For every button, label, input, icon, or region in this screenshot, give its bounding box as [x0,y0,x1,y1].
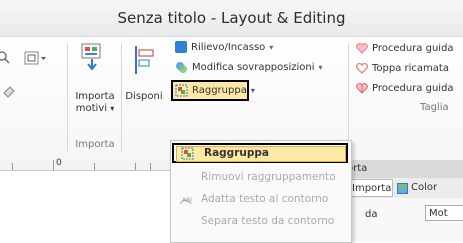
window-title: Senza titolo - Layout & Editing [117,9,346,27]
tab-color[interactable]: Color [393,179,463,197]
import-motifs-button[interactable]: Importa motivi ▾ [70,91,120,115]
text-on-path-icon: ABC [179,193,194,206]
relief-label: Rilievo/Incasso [191,41,266,53]
cut-group-label: Taglia [420,102,449,113]
dispose-button[interactable]: Disponi [121,91,167,102]
procedure-guide-button-1[interactable]: Procedura guida [356,43,454,54]
menu-item-fit-text[interactable]: ABC Adatta testo al contorno [171,188,351,210]
procedure-guide-label-1: Procedura guida [372,43,454,54]
tab-import[interactable]: Importa [345,179,393,197]
menu-item-group[interactable]: Raggruppa [172,143,348,163]
overlap-icon [175,61,188,74]
heart-icon [356,43,368,54]
chevron-down-icon: ▾ [269,42,274,52]
svg-text:ABC: ABC [182,197,192,204]
group-dropdown-menu: Raggruppa Rimuovi raggruppamento ABC Ada… [170,140,352,243]
import-group-label: Importa [75,139,115,150]
color-icon [397,182,408,194]
group-button-label: Raggruppa [192,85,247,96]
dispose-icon[interactable] [133,45,157,75]
eraser-icon[interactable] [2,83,16,98]
menu-item-separate-text[interactable]: Separa testo da contorno [171,210,351,232]
import-motifs-label2: motivi [75,103,108,114]
modify-overlaps-button[interactable]: Modifica sovrapposizioni ▾ [175,61,323,74]
menu-item-fit-text-label: Adatta testo al contorno [201,193,329,205]
side-panel-field-label: da [365,209,378,220]
group-icon [175,84,188,97]
menu-item-ungroup[interactable]: Rimuovi raggruppamento [171,166,351,188]
embroidered-patch-label: Toppa ricamata [372,63,449,74]
menu-item-separate-text-label: Separa testo da contorno [201,215,335,227]
procedure-guide-button-2[interactable]: Procedura guida [356,83,454,94]
zoom-icon[interactable] [0,50,12,64]
menu-item-ungroup-label: Rimuovi raggruppamento [201,171,336,183]
heart-outline-icon [355,62,369,74]
select-frame-icon[interactable] [24,50,48,65]
side-panel: orta Importa Color da Mot [344,160,463,241]
chevron-down-icon: ▾ [318,63,323,72]
heart-split-icon [356,83,368,94]
group-icon [181,147,194,160]
relief-icon [175,41,187,53]
chevron-down-icon: ▾ [250,86,255,95]
import-motifs-icon[interactable] [79,43,105,71]
relief-button[interactable]: Rilievo/Incasso ▾ [175,41,273,53]
procedure-guide-label-2: Procedura guida [372,83,454,94]
side-panel-title: orta [345,160,463,178]
title-bar: Senza titolo - Layout & Editing [0,0,463,37]
modify-overlaps-label: Modifica sovrapposizioni [192,62,315,73]
tab-color-label: Color [411,182,438,193]
chevron-down-icon: ▾ [110,104,115,113]
group-button[interactable]: Raggruppa ▾ [171,80,255,101]
side-panel-field[interactable]: Mot [425,205,463,221]
import-motifs-label1: Importa [75,91,115,102]
menu-item-group-label: Raggruppa [204,147,269,159]
embroidered-patch-button[interactable]: Toppa ricamata [355,62,449,74]
ruler-mark: 0 [56,158,62,168]
